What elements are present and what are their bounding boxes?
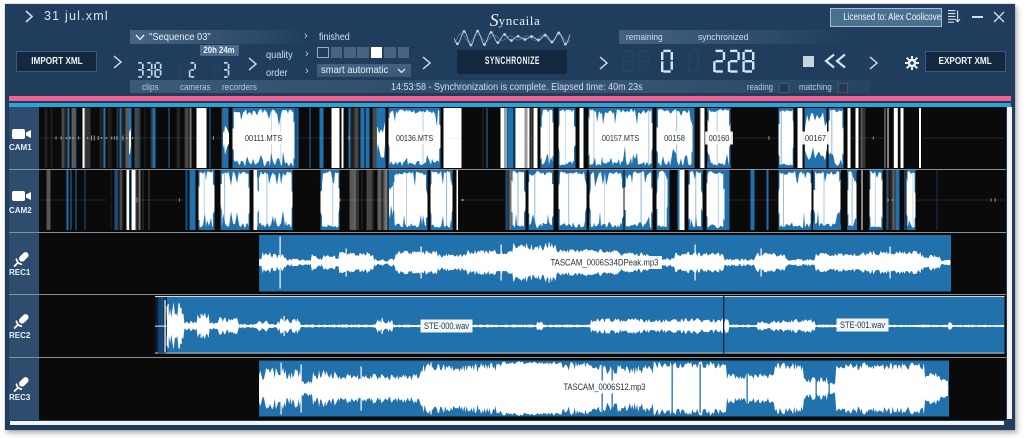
svg-text:STE-000.wav: STE-000.wav bbox=[424, 321, 469, 331]
svg-text:00158: 00158 bbox=[664, 133, 685, 143]
svg-text:TASCAM_0006S34DPeak.mp3: TASCAM_0006S34DPeak.mp3 bbox=[550, 257, 658, 267]
svg-text:00160: 00160 bbox=[708, 133, 729, 143]
svg-text:00136.MTS: 00136.MTS bbox=[395, 133, 433, 143]
svg-text:00111.MTS: 00111.MTS bbox=[244, 133, 282, 143]
svg-text:TASCAM_0006S12.mp3: TASCAM_0006S12.mp3 bbox=[563, 382, 645, 392]
svg-text:STE-001.wav: STE-001.wav bbox=[840, 320, 885, 330]
svg-text:00157.MTS: 00157.MTS bbox=[601, 133, 639, 143]
svg-text:00167: 00167 bbox=[804, 133, 825, 143]
